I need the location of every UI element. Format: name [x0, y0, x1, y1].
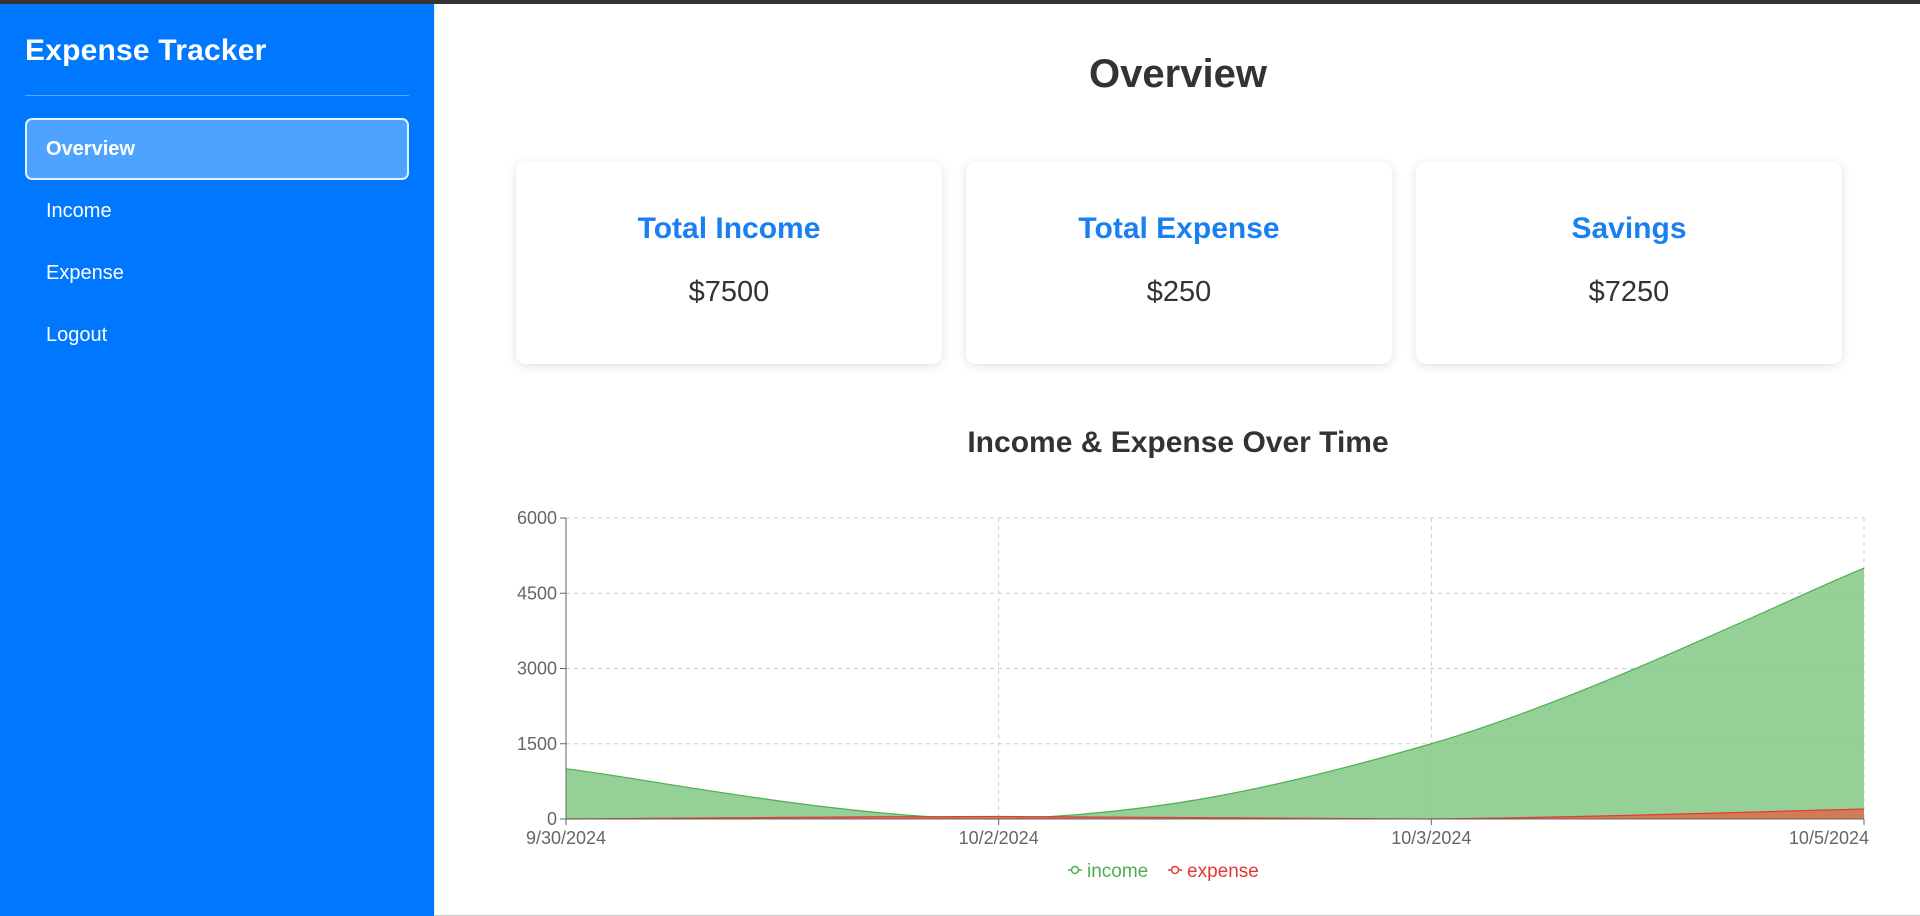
- sidebar-item-overview[interactable]: Overview: [25, 118, 409, 180]
- sidebar: Expense Tracker Overview Income Expense …: [0, 4, 434, 916]
- expense-legend-label: expense: [1187, 861, 1259, 882]
- app-title: Expense Tracker: [25, 34, 267, 67]
- x-tick-label: 9/30/2024: [526, 828, 606, 848]
- y-tick-label: 0: [547, 809, 557, 829]
- sidebar-item-income[interactable]: Income: [25, 180, 409, 242]
- main-content: Overview Total Income $7500 Total Expens…: [434, 4, 1920, 916]
- y-tick-label: 4500: [517, 583, 557, 603]
- sidebar-item-logout[interactable]: Logout: [25, 304, 409, 366]
- x-tick-label: 10/3/2024: [1391, 828, 1471, 848]
- income-legend-label: income: [1087, 861, 1148, 882]
- y-tick-label: 1500: [517, 734, 557, 754]
- sidebar-nav: Overview Income Expense Logout: [25, 118, 409, 366]
- sidebar-divider: [25, 95, 409, 96]
- x-tick-label: 10/5/2024: [1789, 828, 1869, 848]
- y-tick-label: 6000: [517, 508, 557, 528]
- income-expense-chart: 0 1500 3000 4500 6000 9/30/2024 10/2/2024 10/3/…: [517, 508, 1869, 882]
- expense-legend-marker: [1170, 865, 1180, 875]
- income-area: [566, 568, 1864, 819]
- income-legend-marker: [1070, 865, 1080, 875]
- x-tick-label: 10/2/2024: [959, 828, 1039, 848]
- sidebar-item-expense[interactable]: Expense: [25, 242, 409, 304]
- y-tick-label: 3000: [517, 659, 557, 679]
